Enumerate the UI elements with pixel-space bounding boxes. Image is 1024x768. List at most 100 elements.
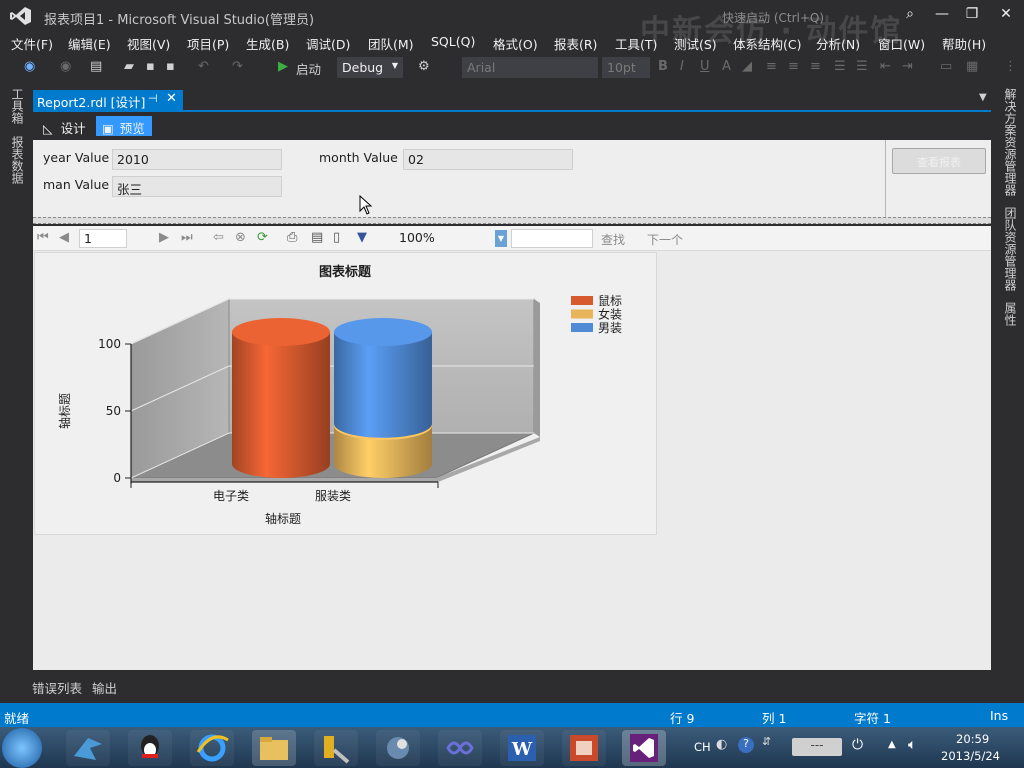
volume-icon[interactable]: 🔈︎	[908, 737, 916, 753]
zoom-dropdown-arrow-icon[interactable]: ▼	[495, 230, 507, 247]
new-project-icon[interactable]: ▤	[90, 59, 102, 77]
close-icon[interactable]: ✕	[166, 91, 177, 106]
word-icon[interactable]: W	[500, 730, 544, 766]
ime-icon[interactable]: ◐	[716, 737, 727, 752]
menu-edit[interactable]: 编辑(E)	[68, 34, 111, 53]
find-next-button[interactable]: 下一个	[647, 231, 683, 248]
next-page-icon[interactable]: ▶	[159, 230, 169, 245]
align-right-icon[interactable]: ≡	[810, 59, 821, 77]
year-input[interactable]: 2010	[112, 149, 282, 170]
attach-icon[interactable]: ⚙	[418, 59, 430, 77]
page-number-input[interactable]: 1	[79, 229, 127, 248]
redo-icon[interactable]: ↷	[232, 59, 243, 77]
config-dropdown[interactable]: Debug ▼	[337, 57, 403, 78]
powerpoint-icon[interactable]	[562, 730, 606, 766]
find-input[interactable]	[511, 229, 593, 248]
clock-time[interactable]: 20:59	[956, 732, 989, 746]
tools-app-icon[interactable]	[314, 730, 358, 766]
menu-build[interactable]: 生成(B)	[246, 34, 289, 53]
menu-analyze[interactable]: 分析(N)	[816, 34, 860, 53]
toolbox-tab[interactable]: 工具箱	[9, 88, 26, 124]
back-icon[interactable]: ◉	[24, 59, 35, 77]
menu-team[interactable]: 团队(M)	[368, 34, 414, 53]
maximize-button[interactable]: ❐	[960, 6, 984, 24]
parameter-splitter[interactable]	[33, 217, 991, 224]
export-icon[interactable]: ▼	[357, 230, 367, 245]
font-dropdown[interactable]: Arial	[462, 57, 598, 78]
ime-toolbar[interactable]: ---	[792, 738, 842, 756]
pin-icon[interactable]: ⊣	[148, 92, 158, 105]
print-layout-icon[interactable]: ▤	[311, 230, 323, 245]
page-setup-icon[interactable]: ▯	[333, 230, 340, 245]
menu-debug[interactable]: 调试(D)	[306, 34, 350, 53]
qq-icon[interactable]	[128, 730, 172, 766]
menu-report[interactable]: 报表(R)	[554, 34, 597, 53]
sql-server-icon[interactable]	[376, 730, 420, 766]
last-page-icon[interactable]: ⏭	[181, 230, 193, 245]
indent-icon[interactable]: ⇥	[902, 59, 913, 77]
month-input[interactable]: 02	[403, 149, 573, 170]
zoom-dropdown[interactable]: 100% ▼	[395, 229, 507, 248]
power-icon[interactable]: ⏻	[852, 737, 863, 753]
close-window-button[interactable]: ✕	[994, 6, 1018, 24]
grid-icon[interactable]: ▦	[966, 59, 978, 77]
undo-icon[interactable]: ↶	[198, 59, 209, 77]
refresh-icon[interactable]: ⟳	[257, 230, 268, 245]
start-button[interactable]: 启动	[296, 59, 321, 77]
man-input[interactable]: 张三	[112, 176, 282, 197]
input-language-indicator[interactable]: CH	[694, 740, 711, 754]
document-tab[interactable]: Report2.rdl [设计] ⊣ ✕	[33, 90, 183, 110]
outdent-icon[interactable]: ⇤	[880, 59, 891, 77]
menu-test[interactable]: 测试(S)	[674, 34, 717, 53]
minimize-button[interactable]: —	[930, 6, 954, 24]
print-icon[interactable]: ⎙	[287, 230, 297, 245]
properties-tab[interactable]: 属性	[1002, 302, 1019, 326]
bold-icon[interactable]: B	[658, 59, 668, 77]
show-hidden-icons-icon[interactable]: ▲	[888, 739, 896, 750]
design-tab[interactable]: ◺ 设计	[37, 116, 92, 136]
save-icon[interactable]: ▪	[146, 59, 155, 77]
underline-icon[interactable]: U	[700, 59, 710, 77]
visual-studio-taskbar-icon[interactable]	[622, 730, 666, 766]
start-icon[interactable]: ▶	[278, 59, 288, 77]
internet-explorer-icon[interactable]	[190, 730, 234, 766]
back-to-parent-icon[interactable]: ⇦	[213, 230, 224, 245]
report-data-tab[interactable]: 报表数据	[9, 136, 26, 184]
forward-icon[interactable]: ◉	[60, 59, 71, 77]
menu-project[interactable]: 项目(P)	[187, 34, 229, 53]
team-explorer-tab[interactable]: 团队资源管理器	[1002, 207, 1019, 291]
font-size-dropdown[interactable]: 10pt	[602, 57, 650, 78]
output-tab[interactable]: 输出	[92, 678, 117, 697]
clock-date[interactable]: 2013/5/24	[941, 749, 1000, 763]
menu-format[interactable]: 格式(O)	[493, 34, 538, 53]
quick-launch-input[interactable]: 快速启动 (Ctrl+Q)	[722, 9, 824, 26]
solution-explorer-tab[interactable]: 解决方案资源管理器	[1002, 88, 1019, 196]
error-list-tab[interactable]: 错误列表	[32, 678, 82, 697]
bird-app-icon[interactable]	[66, 730, 110, 766]
ime-settings-icon[interactable]: ⇵	[762, 735, 771, 748]
save-all-icon[interactable]: ▪	[166, 59, 175, 77]
infinity-app-icon[interactable]	[438, 730, 482, 766]
previous-page-icon[interactable]: ◀	[59, 230, 69, 245]
open-file-icon[interactable]: ▰	[124, 59, 134, 77]
font-color-icon[interactable]: A	[722, 59, 731, 77]
menu-help[interactable]: 帮助(H)	[942, 34, 986, 53]
tab-list-dropdown-icon[interactable]: ▼	[979, 92, 987, 103]
align-left-icon[interactable]: ≡	[766, 59, 777, 77]
file-explorer-icon[interactable]	[252, 730, 296, 766]
align-center-icon[interactable]: ≡	[788, 59, 799, 77]
bullet-list-icon[interactable]: ☰	[834, 59, 846, 77]
menu-architecture[interactable]: 体系结构(C)	[733, 34, 801, 53]
menu-view[interactable]: 视图(V)	[127, 34, 170, 53]
toolbar-overflow-icon[interactable]: ⋮	[1004, 59, 1017, 77]
stop-icon[interactable]: ⊗	[235, 230, 246, 245]
preview-tab[interactable]: ▣ 预览	[96, 116, 152, 136]
border-style-icon[interactable]: ▭	[940, 59, 952, 77]
find-button[interactable]: 查找	[601, 231, 625, 248]
start-button-icon[interactable]	[2, 728, 42, 768]
menu-tools[interactable]: 工具(T)	[615, 34, 657, 53]
first-page-icon[interactable]: ⏮	[37, 230, 49, 245]
menu-window[interactable]: 窗口(W)	[878, 34, 925, 53]
italic-icon[interactable]: I	[680, 59, 684, 77]
menu-sql[interactable]: SQL(Q)	[431, 34, 475, 49]
